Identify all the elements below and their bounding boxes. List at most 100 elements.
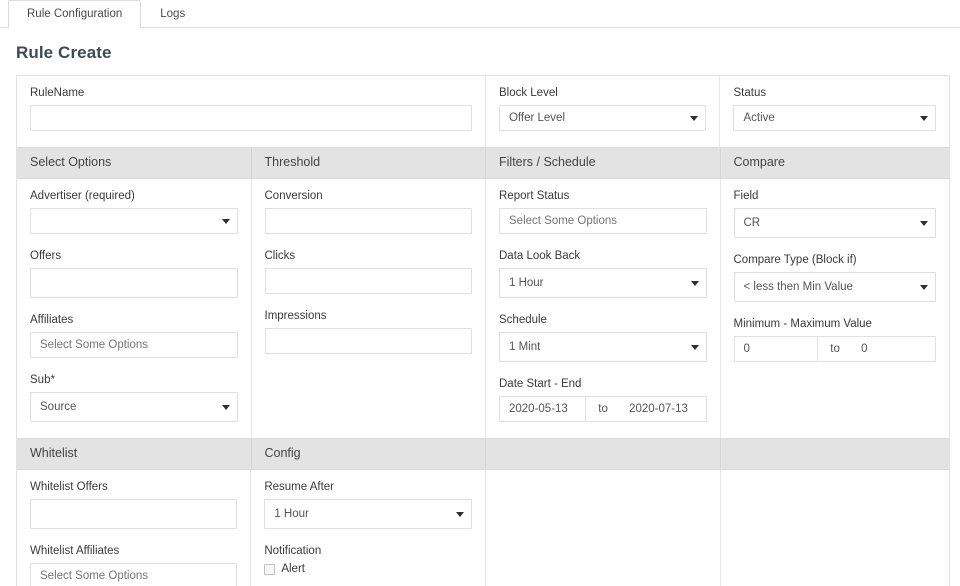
alert-checkbox[interactable] xyxy=(264,564,275,575)
section-header-row-2: Whitelist Config xyxy=(17,438,949,470)
resume-after-value: 1 Hour xyxy=(264,499,472,529)
status-select[interactable]: Active xyxy=(733,105,936,131)
offers-input[interactable] xyxy=(30,268,238,298)
date-range-separator: to xyxy=(586,396,620,422)
conversion-label: Conversion xyxy=(265,189,473,203)
date-end-input[interactable] xyxy=(620,396,706,422)
notification-field: Notification Alert Unique Values Limit :… xyxy=(264,544,472,586)
sub-select[interactable]: Source xyxy=(30,392,238,422)
date-range-label: Date Start - End xyxy=(499,377,707,391)
clicks-input[interactable] xyxy=(265,268,473,294)
date-start-input[interactable] xyxy=(499,396,586,422)
resume-after-select[interactable]: 1 Hour xyxy=(264,499,472,529)
empty-column-1 xyxy=(486,470,720,586)
section-header-empty-1 xyxy=(486,439,721,469)
schedule-label: Schedule xyxy=(499,313,707,327)
report-status-field: Report Status xyxy=(499,189,707,234)
section-header-select-options: Select Options xyxy=(17,148,252,178)
top-fields-row: RuleName Block Level Offer Level Status xyxy=(17,76,949,147)
rule-form-panel: RuleName Block Level Offer Level Status xyxy=(16,75,950,586)
schedule-field: Schedule 1 Mint xyxy=(499,313,707,362)
maximum-value-input[interactable] xyxy=(852,336,936,362)
tab-rule-configuration-label: Rule Configuration xyxy=(27,8,122,20)
resume-after-field: Resume After 1 Hour xyxy=(264,480,472,529)
affiliates-label: Affiliates xyxy=(30,313,238,327)
tab-logs[interactable]: Logs xyxy=(141,0,204,28)
section-header-whitelist: Whitelist xyxy=(17,439,252,469)
date-range-field: Date Start - End to xyxy=(499,377,707,422)
page-title: Rule Create xyxy=(16,43,960,63)
section-header-compare: Compare xyxy=(721,148,950,178)
advertiser-value xyxy=(30,208,238,234)
compare-field-label: Field xyxy=(734,189,937,203)
conversion-input[interactable] xyxy=(265,208,473,234)
data-look-back-field: Data Look Back 1 Hour xyxy=(499,249,707,298)
min-max-label: Minimum - Maximum Value xyxy=(734,317,937,331)
schedule-select[interactable]: 1 Mint xyxy=(499,332,707,362)
whitelist-offers-label: Whitelist Offers xyxy=(30,480,237,494)
main-fields-row: Advertiser (required) Offers Affiliates … xyxy=(17,179,949,438)
date-range-group: to xyxy=(499,396,707,422)
rule-name-input[interactable] xyxy=(30,105,472,131)
sub-value: Source xyxy=(30,392,238,422)
select-options-column: Advertiser (required) Offers Affiliates … xyxy=(17,179,252,438)
affiliates-field: Affiliates xyxy=(30,313,238,358)
resume-after-label: Resume After xyxy=(264,480,472,494)
status-cell: Status Active xyxy=(720,76,949,147)
block-level-value: Offer Level xyxy=(499,105,707,131)
min-max-field: Minimum - Maximum Value to xyxy=(734,317,937,362)
section-header-threshold: Threshold xyxy=(252,148,487,178)
data-look-back-select[interactable]: 1 Hour xyxy=(499,268,707,298)
compare-type-select[interactable]: < less then Min Value xyxy=(734,272,937,302)
clicks-field: Clicks xyxy=(265,249,473,294)
rule-name-label: RuleName xyxy=(30,86,472,100)
section-header-filters-schedule: Filters / Schedule xyxy=(486,148,721,178)
whitelist-affiliates-field: Whitelist Affiliates xyxy=(30,544,237,586)
threshold-column: Conversion Clicks Impressions xyxy=(252,179,487,438)
block-level-select[interactable]: Offer Level xyxy=(499,105,707,131)
compare-column: Field CR Compare Type (Block if) < less … xyxy=(721,179,950,438)
compare-type-label: Compare Type (Block if) xyxy=(734,253,937,267)
advertiser-field: Advertiser (required) xyxy=(30,189,238,234)
whitelist-offers-input[interactable] xyxy=(30,499,237,529)
advertiser-label: Advertiser (required) xyxy=(30,189,238,203)
offers-field: Offers xyxy=(30,249,238,298)
affiliates-input[interactable] xyxy=(30,332,238,358)
notification-label: Notification xyxy=(264,544,472,558)
whitelist-affiliates-input[interactable] xyxy=(30,563,237,586)
report-status-input[interactable] xyxy=(499,208,707,234)
schedule-value: 1 Mint xyxy=(499,332,707,362)
advertiser-select[interactable] xyxy=(30,208,238,234)
compare-field-field: Field CR xyxy=(734,189,937,238)
status-field: Status Active xyxy=(733,86,936,131)
data-look-back-value: 1 Hour xyxy=(499,268,707,298)
rule-create-page: Rule Configuration Logs Rule Create Rule… xyxy=(0,0,960,586)
impressions-label: Impressions xyxy=(265,309,473,323)
compare-type-field: Compare Type (Block if) < less then Min … xyxy=(734,253,937,302)
section-header-row-1: Select Options Threshold Filters / Sched… xyxy=(17,147,949,179)
tab-rule-configuration[interactable]: Rule Configuration xyxy=(8,0,141,28)
sub-field: Sub* Source xyxy=(30,373,238,422)
tab-bar: Rule Configuration Logs xyxy=(0,0,960,28)
compare-field-select[interactable]: CR xyxy=(734,208,937,238)
min-max-separator: to xyxy=(818,336,852,362)
compare-field-value: CR xyxy=(734,208,937,238)
whitelist-offers-field: Whitelist Offers xyxy=(30,480,237,529)
minimum-value-input[interactable] xyxy=(734,336,819,362)
tab-logs-label: Logs xyxy=(160,8,185,20)
report-status-label: Report Status xyxy=(499,189,707,203)
alert-checkbox-label: Alert xyxy=(281,563,305,576)
alert-checkbox-row[interactable]: Alert xyxy=(264,563,472,576)
impressions-input[interactable] xyxy=(265,328,473,354)
whitelist-affiliates-label: Whitelist Affiliates xyxy=(30,544,237,558)
status-value: Active xyxy=(733,105,936,131)
block-level-label: Block Level xyxy=(499,86,707,100)
whitelist-column: Whitelist Offers Whitelist Affiliates Wh… xyxy=(17,470,251,586)
empty-column-2 xyxy=(721,470,949,586)
filters-schedule-column: Report Status Data Look Back 1 Hour Sche… xyxy=(486,179,721,438)
rule-name-cell: RuleName xyxy=(17,76,486,147)
rule-name-field: RuleName xyxy=(30,86,472,131)
config-column: Resume After 1 Hour Notification Alert U… xyxy=(251,470,486,586)
sub-label: Sub* xyxy=(30,373,238,387)
compare-type-value: < less then Min Value xyxy=(734,272,937,302)
